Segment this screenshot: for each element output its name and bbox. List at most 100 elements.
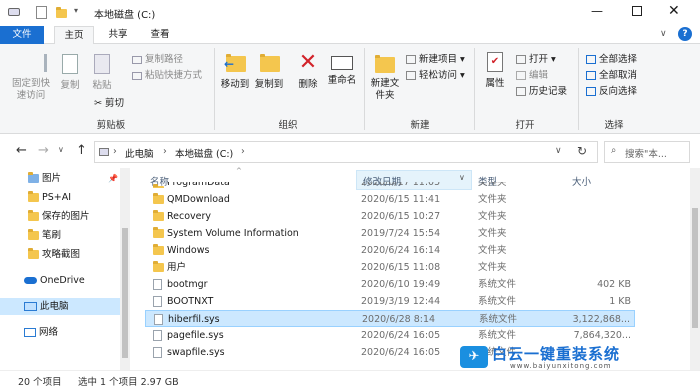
easy-access-button[interactable]: 轻松访问 ▾ <box>406 68 465 83</box>
ribbon-tabs: 文件 主页 共享 查看 ∨ ? <box>0 26 700 44</box>
folder-icon <box>28 248 39 259</box>
nav-item-brushes[interactable]: 笔刷 <box>28 227 61 244</box>
file-row[interactable]: Windows 2020/6/24 16:14 文件夹 <box>145 242 635 259</box>
history-button[interactable]: 历史记录 <box>516 84 567 99</box>
nav-item-pictures[interactable]: 图片 📌 <box>28 170 120 187</box>
nav-item-this-pc[interactable]: 此电脑 <box>0 298 120 315</box>
computer-icon <box>24 302 37 311</box>
tab-share[interactable]: 共享 <box>100 26 136 44</box>
maximize-button[interactable] <box>632 6 642 16</box>
file-date: 2020/6/17 11:05 <box>361 182 441 188</box>
copy-path-button[interactable]: 复制路径 <box>132 52 183 67</box>
file-size: 1 KB <box>609 296 631 307</box>
breadcrumb-drive[interactable]: 本地磁盘 (C:) <box>175 146 233 160</box>
tab-home[interactable]: 主页 <box>54 26 94 44</box>
file-type: 文件夹 <box>478 228 507 239</box>
file-icon <box>153 296 162 307</box>
search-placeholder: 搜索"本... <box>625 149 667 160</box>
file-row[interactable]: 用户 2020/6/15 11:08 文件夹 <box>145 259 635 276</box>
nav-item-saved-pictures[interactable]: 保存的图片 <box>28 208 90 225</box>
file-name: 用户 <box>167 262 187 273</box>
file-row[interactable]: bootmgr 2020/6/10 19:49 系统文件 402 KB <box>145 276 635 293</box>
recent-locations-button[interactable]: ∨ <box>58 145 64 154</box>
nav-item-onedrive[interactable]: OneDrive <box>24 272 85 289</box>
rename-button[interactable]: 重命名 <box>324 52 360 87</box>
edit-button[interactable]: 编辑 <box>516 68 548 83</box>
file-icon <box>153 347 162 358</box>
file-name: BOOTNXT <box>167 296 214 307</box>
minimize-button[interactable]: — <box>582 4 612 18</box>
nav-scrollbar-thumb[interactable] <box>122 228 128 358</box>
breadcrumb-this-pc[interactable]: 此电脑 <box>125 146 154 160</box>
cut-button[interactable]: ✂ 剪切 <box>94 96 124 111</box>
paste-shortcut-button[interactable]: 粘贴快捷方式 <box>132 68 202 83</box>
selection-info: 选中 1 个项目 2.97 GB <box>78 377 179 388</box>
refresh-icon[interactable]: ↻ <box>577 144 587 158</box>
column-filter-dropdown-icon[interactable]: ∨ <box>459 173 465 182</box>
file-row[interactable]: System Volume Information 2019/7/24 15:54… <box>145 225 635 242</box>
folder-icon <box>153 261 164 272</box>
paste-button[interactable]: 粘贴 <box>88 54 116 92</box>
watermark-brand: 白云一键重装系统 <box>492 345 621 363</box>
title-bar: ▾ 本地磁盘 (C:) — ✕ <box>0 0 700 26</box>
address-dropdown-icon[interactable]: ∨ <box>555 146 562 156</box>
open-button[interactable]: 打开 ▾ <box>516 52 556 67</box>
file-name: QMDownload <box>167 194 230 205</box>
nav-item-ps-ai[interactable]: PS+AI <box>28 189 71 206</box>
tab-view[interactable]: 查看 <box>142 26 178 44</box>
delete-button[interactable]: ✕ 删除 <box>294 52 322 91</box>
group-divider <box>214 48 215 130</box>
file-row[interactable]: QMDownload 2020/6/15 11:41 文件夹 <box>145 191 635 208</box>
file-row[interactable]: ProgramData 2020/6/17 11:05 文件夹 <box>145 182 635 188</box>
drive-icon <box>99 148 109 156</box>
invert-selection-icon <box>586 87 596 96</box>
organize-group-label: 组织 <box>278 120 298 131</box>
file-type: 系统文件 <box>478 279 517 290</box>
ribbon: 固定到快速访问 复制 粘贴 复制路径 粘贴快捷方式 ✂ 剪切 剪贴板 ← 移动到 … <box>0 44 700 134</box>
folder-icon <box>28 229 39 240</box>
rename-icon <box>331 56 353 70</box>
file-row[interactable]: hiberfil.sys 2020/6/28 8:14 系统文件 3,122,868.… <box>145 310 635 327</box>
up-button[interactable]: ↑ <box>76 143 87 158</box>
invert-selection-button[interactable]: 反向选择 <box>586 84 637 99</box>
file-row[interactable]: Recovery 2020/6/15 10:27 文件夹 <box>145 208 635 225</box>
ribbon-collapse-icon[interactable]: ∨ <box>660 29 667 39</box>
nav-item-screenshots[interactable]: 攻略截图 <box>28 246 80 263</box>
file-name: System Volume Information <box>167 228 299 239</box>
file-row[interactable]: BOOTNXT 2019/3/19 12:44 系统文件 1 KB <box>145 293 635 310</box>
close-button[interactable]: ✕ <box>668 3 680 19</box>
nav-item-network[interactable]: 网络 <box>24 324 58 341</box>
file-type: 文件夹 <box>478 245 507 256</box>
file-row[interactable]: pagefile.sys 2020/6/24 16:05 系统文件 7,864,320… <box>145 327 635 344</box>
item-count: 20 个项目 <box>18 377 62 388</box>
file-icon <box>153 279 162 290</box>
properties-quick-icon[interactable] <box>36 6 47 19</box>
file-name: hiberfil.sys <box>168 314 220 325</box>
file-scrollbar[interactable] <box>690 168 700 370</box>
forward-button[interactable]: → <box>38 143 49 158</box>
copy-to-button[interactable]: 复制到 <box>252 52 286 91</box>
properties-button[interactable]: ✔ 属性 <box>478 52 512 90</box>
tab-file[interactable]: 文件 <box>0 26 44 44</box>
new-item-button[interactable]: 新建项目 ▾ <box>406 52 465 67</box>
select-all-button[interactable]: 全部选择 <box>586 52 637 67</box>
new-folder-quick-icon[interactable] <box>56 7 67 19</box>
group-divider <box>474 48 475 130</box>
copy-button[interactable]: 复制 <box>56 54 84 92</box>
file-type: 文件夹 <box>478 182 507 188</box>
search-field[interactable]: ⌕ 搜索"本... <box>604 141 690 163</box>
quick-access-dropdown-icon[interactable]: ▾ <box>74 6 78 15</box>
move-to-button[interactable]: ← 移动到 <box>218 52 252 91</box>
file-scrollbar-thumb[interactable] <box>692 208 698 328</box>
address-field[interactable]: › 此电脑 › 本地磁盘 (C:) › ∨ ↻ <box>94 141 598 163</box>
nav-scrollbar[interactable] <box>120 168 130 370</box>
help-icon[interactable]: ? <box>678 27 692 41</box>
select-none-button[interactable]: 全部取消 <box>586 68 637 83</box>
new-folder-button[interactable]: 新建文件夹 <box>366 52 404 102</box>
file-type: 系统文件 <box>478 330 517 341</box>
watermark-logo: ✈ 白云一键重装系统 www.baiyunxitong.com <box>460 345 700 370</box>
breadcrumb-separator: › <box>163 146 167 157</box>
pin-to-quick-access-button[interactable]: 固定到快速访问 <box>8 54 54 102</box>
file-name: ProgramData <box>167 182 230 188</box>
back-button[interactable]: ← <box>16 143 27 158</box>
